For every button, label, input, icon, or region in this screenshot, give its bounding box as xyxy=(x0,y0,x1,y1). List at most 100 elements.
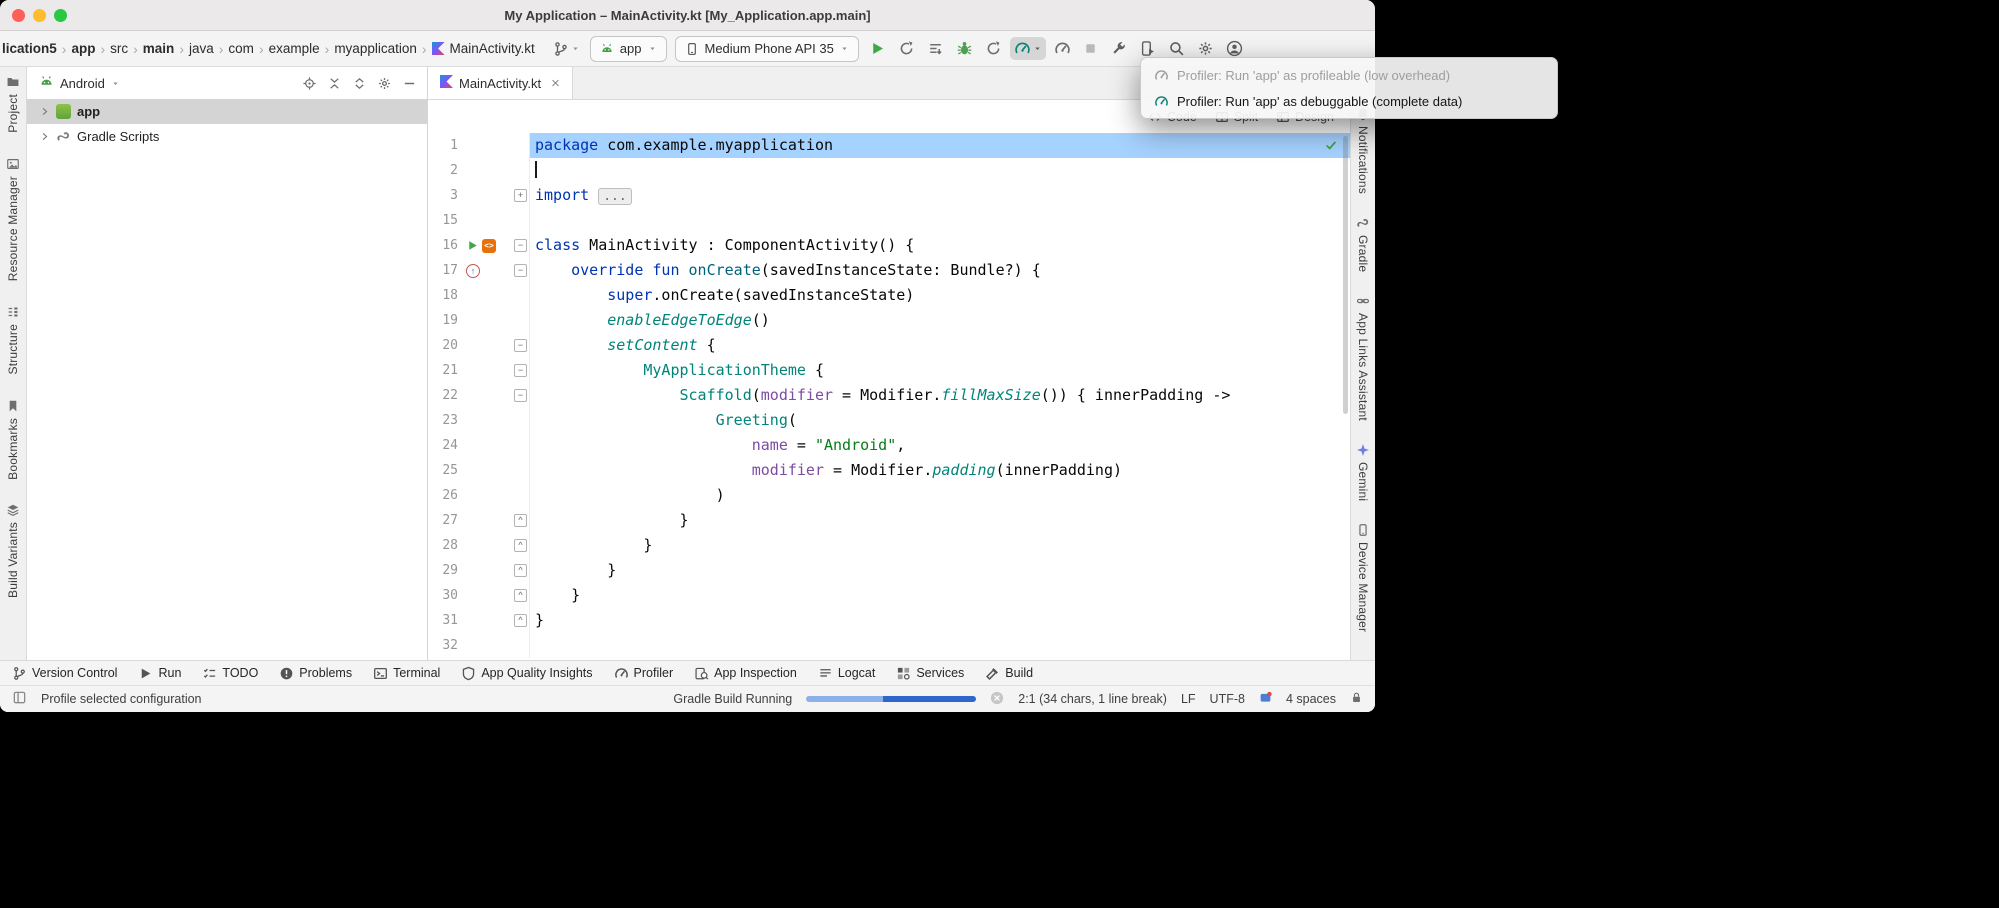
lock-icon[interactable] xyxy=(1350,691,1363,704)
breadcrumb-main[interactable]: main xyxy=(143,41,175,56)
expandall-icon[interactable] xyxy=(352,76,367,91)
inspections-status[interactable] xyxy=(1324,137,1338,156)
vcs-widget[interactable] xyxy=(549,38,584,60)
code-line-25[interactable]: 25 modifier = Modifier.padding(innerPadd… xyxy=(428,458,1350,483)
fold-marker[interactable]: − xyxy=(514,389,527,402)
toolwindow-button-logcat[interactable]: Logcat xyxy=(818,666,876,681)
fold-marker[interactable]: ^ xyxy=(514,589,527,602)
code-line-18[interactable]: 18 super.onCreate(savedInstanceState) xyxy=(428,283,1350,308)
code-line-3[interactable]: 3+import ... xyxy=(428,183,1350,208)
cancel-build-button[interactable] xyxy=(990,691,1004,708)
code-line-22[interactable]: 22− Scaffold(modifier = Modifier.fillMax… xyxy=(428,383,1350,408)
breadcrumb-mainactivity-kt[interactable]: MainActivity.kt xyxy=(432,41,535,56)
toolwindow-button-build-variants[interactable]: Build Variants xyxy=(6,503,20,598)
minimize-window-button[interactable] xyxy=(33,9,46,22)
toolwindow-button-app-quality-insights[interactable]: App Quality Insights xyxy=(461,666,592,681)
breadcrumb-java[interactable]: java xyxy=(189,41,214,56)
close-window-button[interactable] xyxy=(12,9,25,22)
breadcrumb-lication5[interactable]: lication5 xyxy=(2,41,57,56)
indent-style[interactable]: 4 spaces xyxy=(1286,692,1336,706)
toolwindow-button-build[interactable]: Build xyxy=(985,666,1033,681)
run-configuration-select[interactable]: app xyxy=(590,36,667,62)
code-line-1[interactable]: 1package com.example.myapplication xyxy=(428,133,1350,158)
override-marker-icon[interactable]: ↑ xyxy=(466,264,480,278)
code-line-23[interactable]: 23 Greeting( xyxy=(428,408,1350,433)
titlebar[interactable]: My Application – MainActivity.kt [My_App… xyxy=(0,0,1375,31)
readonly-lock[interactable] xyxy=(1350,691,1363,707)
popup-item-profiler-run-app-as-debuggable-complete-da[interactable]: Profiler: Run 'app' as debuggable (compl… xyxy=(1145,88,1553,114)
fold-marker[interactable]: ^ xyxy=(514,539,527,552)
project-view-mode[interactable]: Android xyxy=(60,76,105,91)
minus-icon[interactable] xyxy=(402,76,417,91)
fold-marker[interactable]: + xyxy=(514,189,527,202)
toolwindow-button-todo[interactable]: TODO xyxy=(202,666,258,681)
toolwindow-button-project[interactable]: Project xyxy=(6,75,20,133)
toolwindow-button-app-links-assistant[interactable]: App Links Assistant xyxy=(1356,294,1370,421)
code-line-20[interactable]: 20− setContent { xyxy=(428,333,1350,358)
toolwindow-button-problems[interactable]: Problems xyxy=(279,666,352,681)
toolwindow-button-notifications[interactable]: Notifications xyxy=(1356,107,1370,194)
code-line-27[interactable]: 27^ } xyxy=(428,508,1350,533)
code-line-2[interactable]: 2 xyxy=(428,158,1350,183)
folded-region[interactable]: ... xyxy=(598,188,631,205)
breadcrumb-src[interactable]: src xyxy=(110,41,128,56)
profiler-dropdown-button[interactable] xyxy=(1010,37,1046,60)
run-button[interactable] xyxy=(865,37,890,60)
breadcrumb-myapplication[interactable]: myapplication xyxy=(334,41,417,56)
zoom-window-button[interactable] xyxy=(54,9,67,22)
target-icon[interactable] xyxy=(302,76,317,91)
fold-marker[interactable]: ^ xyxy=(514,564,527,577)
code-area[interactable]: 1package com.example.myapplication23+imp… xyxy=(428,133,1350,660)
tree-item-gradle-scripts[interactable]: Gradle Scripts xyxy=(27,124,427,149)
apply-code-changes-button[interactable] xyxy=(923,37,948,60)
breadcrumb-app[interactable]: app xyxy=(71,41,95,56)
code-line-17[interactable]: 17↑− override fun onCreate(savedInstance… xyxy=(428,258,1350,283)
rerun-button[interactable] xyxy=(981,37,1006,60)
code-line-24[interactable]: 24 name = "Android", xyxy=(428,433,1350,458)
code-line-30[interactable]: 30^ } xyxy=(428,583,1350,608)
toolwindow-button-bookmarks[interactable]: Bookmarks xyxy=(6,399,20,480)
play-icon[interactable] xyxy=(466,239,479,252)
status-indicator[interactable] xyxy=(1259,691,1272,707)
attach-debugger-button[interactable] xyxy=(1106,37,1131,60)
file-encoding[interactable]: UTF-8 xyxy=(1210,692,1245,706)
check-icon[interactable] xyxy=(1324,138,1338,152)
code-line-19[interactable]: 19 enableEdgeToEdge() xyxy=(428,308,1350,333)
toolwindow-button-version-control[interactable]: Version Control xyxy=(12,666,117,681)
line-separator[interactable]: LF xyxy=(1181,692,1196,706)
tree-item-app[interactable]: app xyxy=(27,99,427,124)
toolwindow-button-gradle[interactable]: Gradle xyxy=(1356,216,1370,272)
toolwindow-button-gemini[interactable]: Gemini xyxy=(1356,443,1370,501)
stop-button[interactable] xyxy=(1079,38,1102,59)
code-line-28[interactable]: 28^ } xyxy=(428,533,1350,558)
fold-marker[interactable]: − xyxy=(514,264,527,277)
tab-mainactivity-kt[interactable]: MainActivity.kt × xyxy=(428,67,573,99)
toolwindow-button-profiler[interactable]: Profiler xyxy=(614,666,674,681)
code-line-21[interactable]: 21− MyApplicationTheme { xyxy=(428,358,1350,383)
toolwindow-button-resource-manager[interactable]: Resource Manager xyxy=(6,157,20,281)
collapseall-icon[interactable] xyxy=(327,76,342,91)
code-line-26[interactable]: 26 ) xyxy=(428,483,1350,508)
code-line-32[interactable]: 32 xyxy=(428,633,1350,658)
code-line-16[interactable]: 16<>−class MainActivity : ComponentActiv… xyxy=(428,233,1350,258)
compose-preview-icon[interactable]: <> xyxy=(482,239,496,253)
code-line-31[interactable]: 31^} xyxy=(428,608,1350,633)
fold-marker[interactable]: − xyxy=(514,364,527,377)
fold-marker[interactable]: ^ xyxy=(514,614,527,627)
fold-marker[interactable]: − xyxy=(514,239,527,252)
close-icon[interactable] xyxy=(990,691,1004,705)
fold-marker[interactable]: − xyxy=(514,339,527,352)
toolwindow-switcher[interactable] xyxy=(12,690,27,708)
toolwindow-button-device-manager[interactable]: Device Manager xyxy=(1356,523,1370,632)
device-select[interactable]: Medium Phone API 35 xyxy=(675,36,859,62)
gear-icon[interactable] xyxy=(377,76,392,91)
caret-position[interactable]: 2:1 (34 chars, 1 line break) xyxy=(1018,692,1167,706)
breadcrumb-example[interactable]: example xyxy=(269,41,320,56)
editor-scrollbar[interactable] xyxy=(1343,136,1348,414)
switcher-icon[interactable] xyxy=(12,690,27,705)
close-tab-icon[interactable]: × xyxy=(551,76,560,91)
apply-changes-button[interactable] xyxy=(894,37,919,60)
debug-button[interactable] xyxy=(952,37,977,60)
code-line-15[interactable]: 15 xyxy=(428,208,1350,233)
indicator-icon[interactable] xyxy=(1259,691,1272,704)
